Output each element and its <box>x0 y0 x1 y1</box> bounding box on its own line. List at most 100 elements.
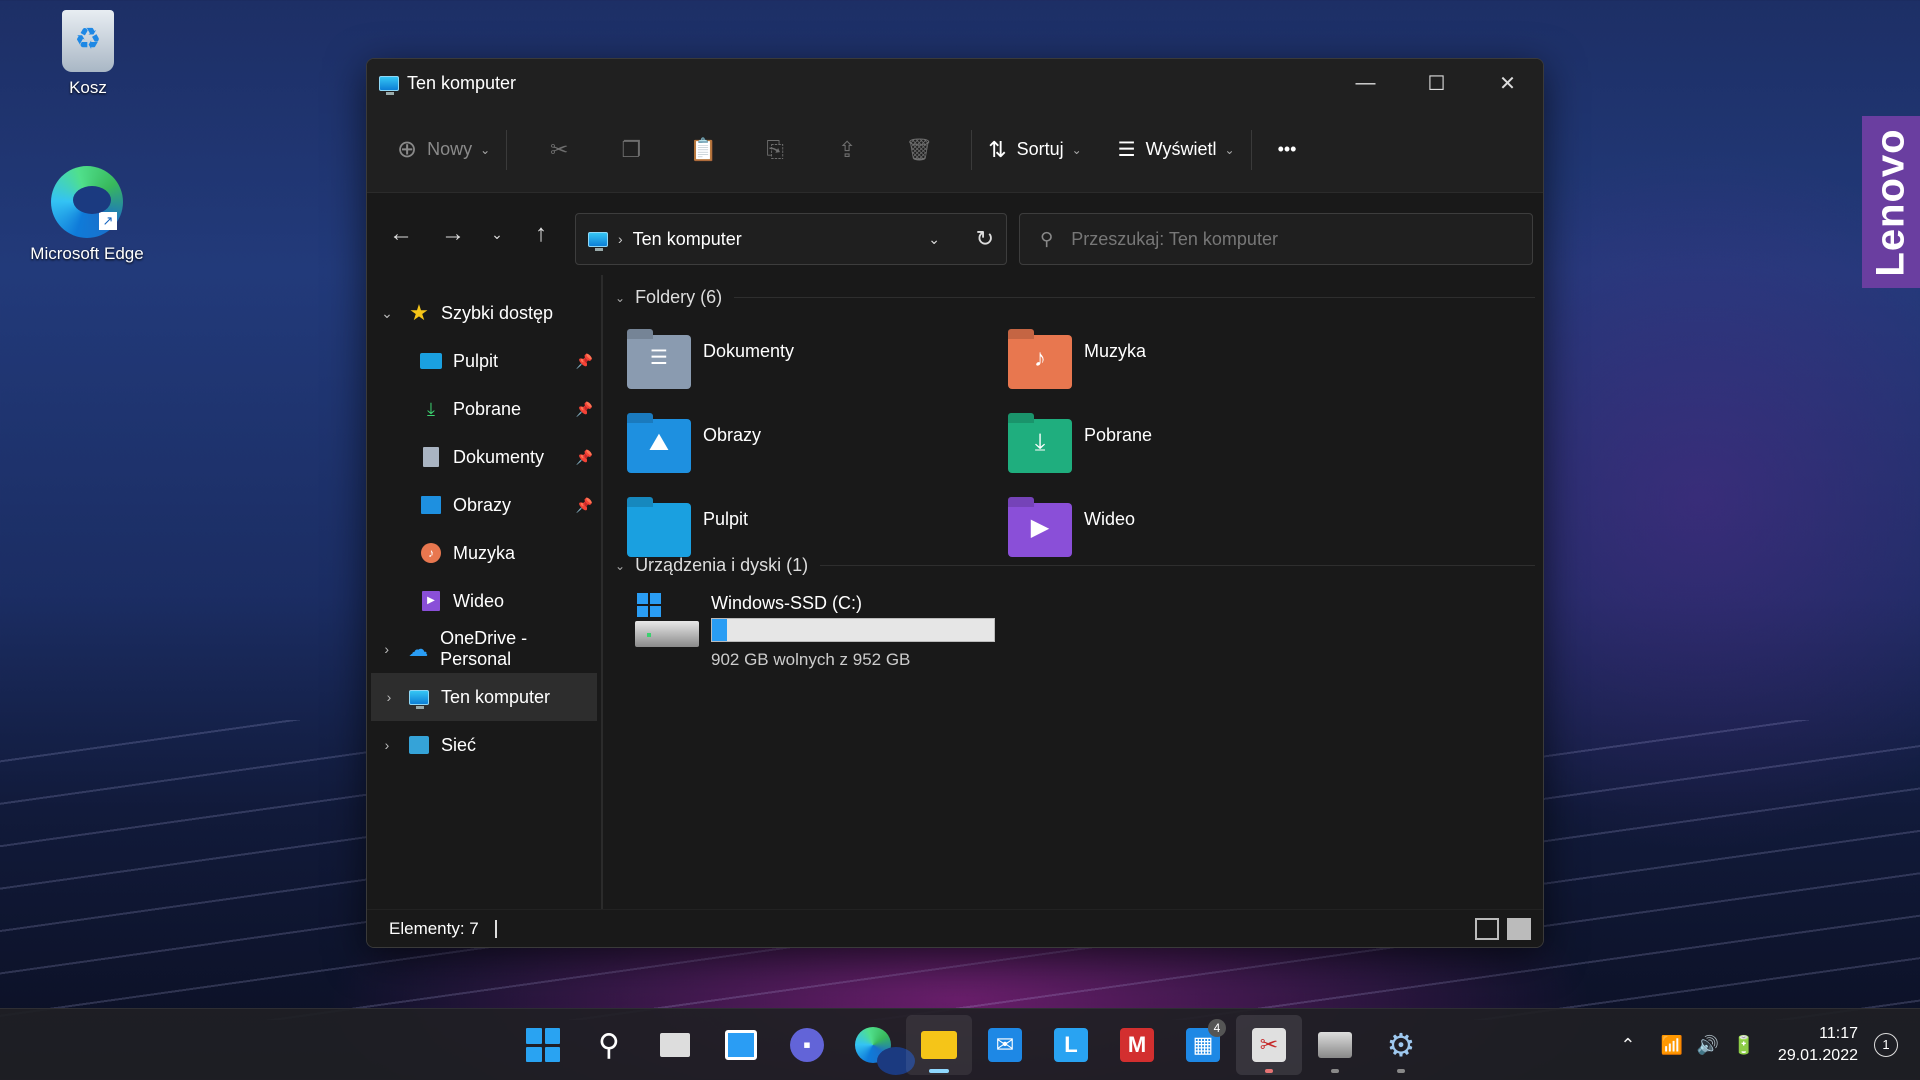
start-button[interactable] <box>510 1015 576 1075</box>
sidebar-item-music[interactable]: ♪ Muzyka <box>367 529 601 577</box>
chevron-down-icon: ⌄ <box>1071 142 1082 157</box>
divider <box>820 565 1535 566</box>
pin-icon: 📌 <box>575 352 593 369</box>
windows-logo-icon <box>526 1028 560 1062</box>
folder-downloads[interactable]: ⤓ Pobrane <box>1008 419 1152 473</box>
search-box[interactable]: ⚲ <box>1019 213 1533 265</box>
maximize-button[interactable]: ☐ <box>1401 59 1472 107</box>
details-view-icon[interactable] <box>1475 917 1499 940</box>
more-options-button[interactable]: ••• <box>1268 128 1307 172</box>
folder-pictures[interactable]: ⛰ Obrazy <box>627 419 761 473</box>
up-arrow-icon[interactable]: ↑ <box>515 220 567 248</box>
taskbar-mail-button[interactable]: ✉ <box>972 1015 1038 1075</box>
sidebar-item-documents[interactable]: Dokumenty 📌 <box>367 433 601 481</box>
lenovo-l-icon: L <box>1054 1028 1088 1062</box>
cut-icon[interactable]: ✂ <box>523 128 595 172</box>
folder-desktop[interactable]: Pulpit <box>627 503 748 557</box>
copy-icon[interactable]: ❐ <box>595 128 667 172</box>
taskbar-store-button[interactable]: ▦ 4 <box>1170 1015 1236 1075</box>
sidebar-item-onedrive[interactable]: › ☁ OneDrive - Personal <box>367 625 601 673</box>
show-hidden-icons-chevron-icon[interactable]: ⌃ <box>1610 1035 1646 1056</box>
share-icon[interactable]: ⇪ <box>811 128 883 172</box>
drive-c[interactable]: Windows-SSD (C:) 902 GB wolnych z 952 GB <box>635 593 995 670</box>
divider <box>734 297 1535 298</box>
notification-center-button[interactable]: 1 <box>1874 1033 1898 1057</box>
desktop-icon-recycle-bin[interactable]: Kosz <box>28 10 148 98</box>
clock[interactable]: 11:17 29.01.2022 <box>1778 1023 1858 1067</box>
folder-name: Muzyka <box>1084 341 1147 361</box>
view-button-label: Wyświetl <box>1145 139 1217 159</box>
folder-name: Dokumenty <box>703 341 795 361</box>
taskbar-drive-button[interactable] <box>1302 1015 1368 1075</box>
sort-button[interactable]: ⇅ Sortuj ⌄ <box>988 128 1082 172</box>
sidebar-item-downloads[interactable]: ⤓ Pobrane 📌 <box>367 385 601 433</box>
forward-arrow-icon[interactable]: → <box>427 220 479 248</box>
wifi-icon[interactable]: 📶 <box>1654 1035 1690 1056</box>
mail-icon: ✉ <box>988 1028 1022 1062</box>
search-input[interactable] <box>1071 228 1492 250</box>
view-button[interactable]: ☰ Wyświetl ⌄ <box>1118 128 1235 172</box>
sidebar-item-label: Wideo <box>453 590 505 611</box>
close-button[interactable]: ✕ <box>1472 59 1543 107</box>
taskbar-mcafee-button[interactable]: M <box>1104 1015 1170 1075</box>
rename-icon[interactable]: ⎘ <box>739 128 811 172</box>
recent-locations-chevron-icon[interactable]: ⌄ <box>479 226 515 243</box>
folder-name: Pulpit <box>703 509 749 529</box>
breadcrumb-this-pc[interactable]: Ten komputer <box>633 229 742 250</box>
title-bar[interactable]: Ten komputer — ☐ ✕ <box>367 59 1543 107</box>
task-view-button[interactable] <box>642 1015 708 1075</box>
sidebar-item-desktop[interactable]: Pulpit 📌 <box>367 337 601 385</box>
drive-free-space: 902 GB wolnych z 952 GB <box>711 650 911 669</box>
minimize-button[interactable]: — <box>1330 59 1401 107</box>
content-pane: ⌄ Foldery (6) ☰ Dokumenty ♪ Muzyka ⛰ Obr… <box>603 275 1543 909</box>
battery-icon[interactable]: 🔋 <box>1726 1035 1762 1056</box>
star-icon: ★ <box>409 300 429 325</box>
address-bar[interactable]: › Ten komputer ⌄ ↻ <box>575 213 1007 265</box>
back-arrow-icon[interactable]: ← <box>375 220 427 248</box>
paste-icon[interactable]: 📋 <box>667 128 739 172</box>
expand-chevron-icon[interactable]: › <box>367 737 407 753</box>
folder-videos[interactable]: ▶ Wideo <box>1008 503 1135 557</box>
taskbar-edge-button[interactable] <box>840 1015 915 1075</box>
delete-icon[interactable]: 🗑 <box>883 128 955 172</box>
new-button-label: Nowy <box>427 139 473 159</box>
folder-music[interactable]: ♪ Muzyka <box>1008 335 1146 389</box>
folders-group-header[interactable]: ⌄ Foldery (6) <box>615 287 1535 308</box>
teams-chat-button[interactable]: ▪ <box>774 1015 840 1075</box>
edge-icon <box>855 1027 915 1075</box>
taskbar: ⚲ ▪ ✉ L M ▦ 4 ✂ ⚙ ⌃ 📶 🔊 🔋 11:17 29.01.20… <box>0 1008 1920 1080</box>
taskbar-snipping-tool-button[interactable]: ✂ <box>1236 1015 1302 1075</box>
desktop-icon-edge[interactable]: ↗ Microsoft Edge <box>27 166 147 264</box>
cloud-icon: ☁ <box>408 638 429 661</box>
sidebar-item-network[interactable]: › Sieć <box>367 721 601 769</box>
lenovo-logo-text: Lenovo <box>1868 127 1913 277</box>
music-icon: ♪ <box>419 543 443 563</box>
taskbar-lenovo-vantage-button[interactable]: L <box>1038 1015 1104 1075</box>
expand-chevron-icon[interactable]: › <box>367 641 406 657</box>
refresh-icon[interactable]: ↻ <box>976 226 994 252</box>
pictures-icon <box>419 495 443 515</box>
volume-icon[interactable]: 🔊 <box>1690 1035 1726 1056</box>
sidebar-item-quick-access[interactable]: ⌄ ★ Szybki dostęp <box>367 289 601 337</box>
taskbar-search-button[interactable]: ⚲ <box>576 1015 642 1075</box>
toolbar-divider <box>506 129 508 170</box>
ellipsis-icon: ••• <box>1277 139 1297 159</box>
taskbar-settings-button[interactable]: ⚙ <box>1368 1015 1434 1075</box>
sidebar-item-videos[interactable]: ▶ Wideo <box>367 577 601 625</box>
sidebar-item-this-pc[interactable]: › Ten komputer <box>371 673 597 721</box>
address-dropdown-chevron-icon[interactable]: ⌄ <box>928 231 940 248</box>
widgets-icon <box>725 1030 757 1060</box>
sidebar-item-pictures[interactable]: Obrazy 📌 <box>367 481 601 529</box>
expand-chevron-icon[interactable]: ⌄ <box>367 305 407 322</box>
sidebar-item-label: Muzyka <box>453 542 516 563</box>
collapse-chevron-icon[interactable]: ⌄ <box>615 291 625 305</box>
expand-chevron-icon[interactable]: › <box>371 689 407 705</box>
large-icons-view-icon[interactable] <box>1507 917 1531 940</box>
new-button[interactable]: ⊕ Nowy ⌄ <box>397 128 490 172</box>
sidebar-item-label: Ten komputer <box>441 686 551 707</box>
collapse-chevron-icon[interactable]: ⌄ <box>615 559 625 573</box>
folder-documents[interactable]: ☰ Dokumenty <box>627 335 794 389</box>
devices-group-header[interactable]: ⌄ Urządzenia i dyski (1) <box>615 555 1535 576</box>
widgets-button[interactable] <box>708 1015 774 1075</box>
taskbar-file-explorer-button[interactable] <box>906 1015 972 1075</box>
